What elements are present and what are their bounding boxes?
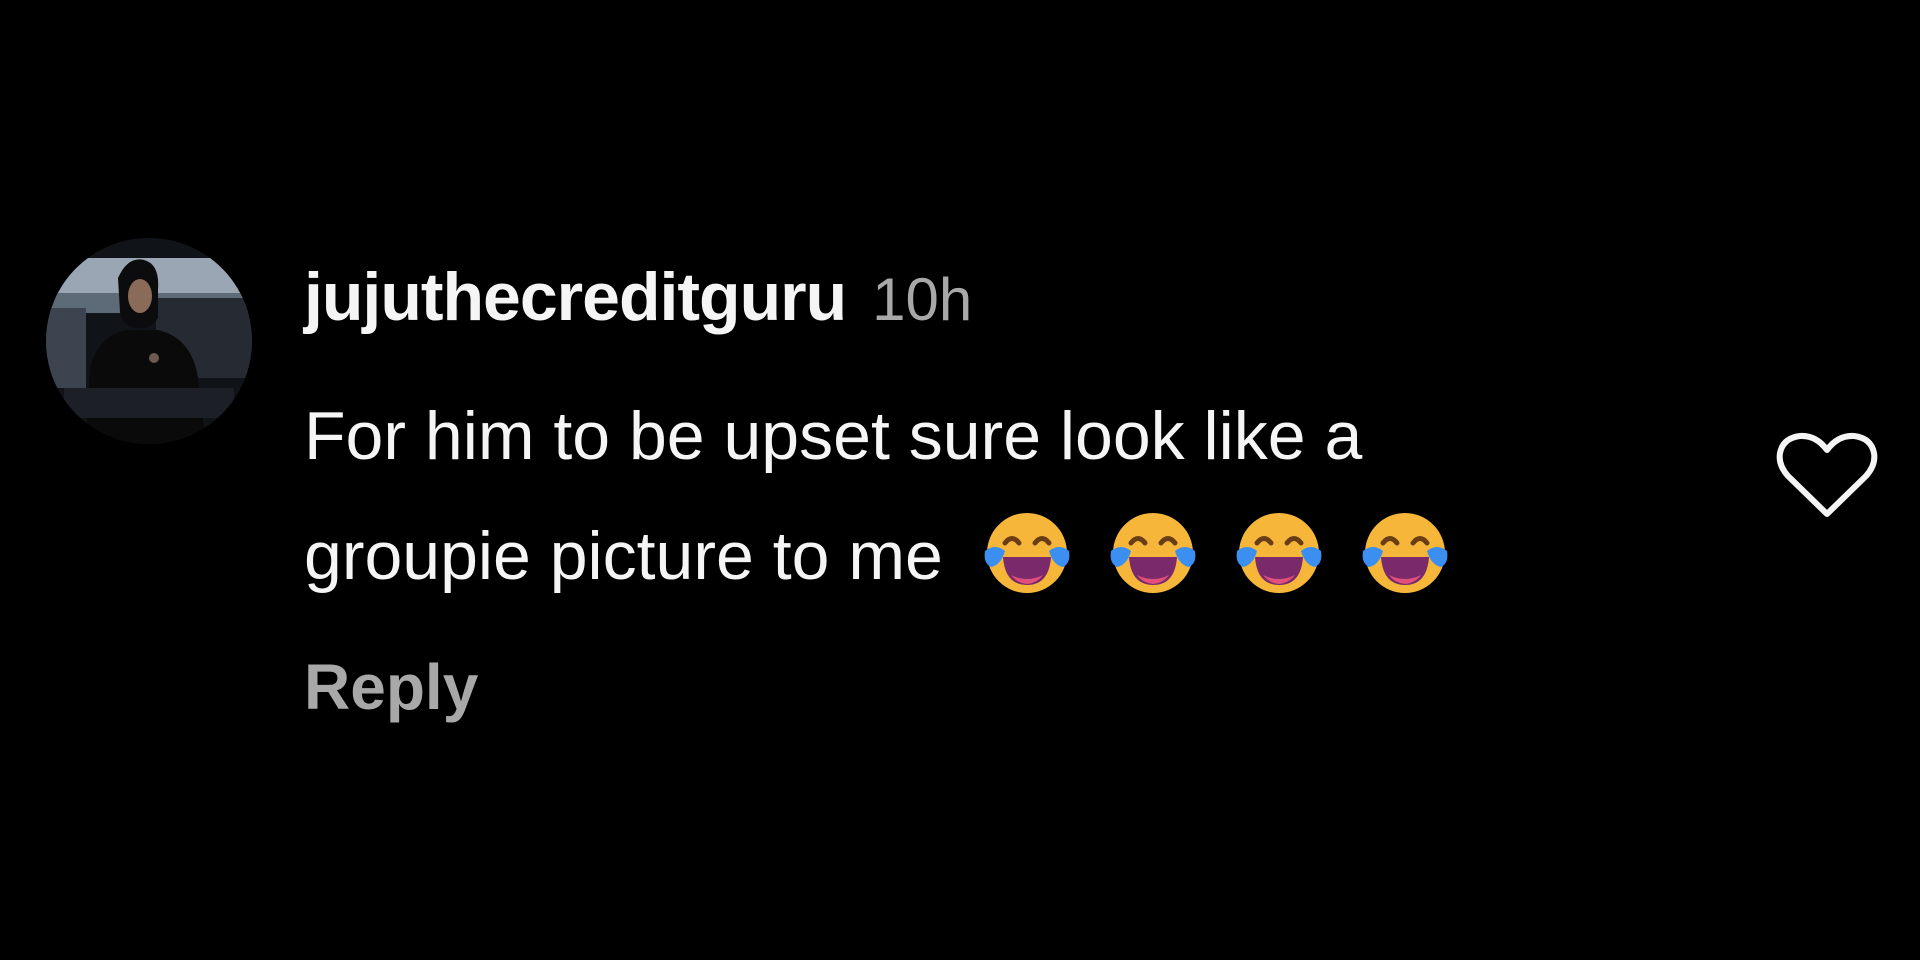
emoji-row	[981, 507, 1451, 599]
timestamp: 10h	[872, 266, 973, 333]
heart-outline-icon	[1776, 432, 1878, 517]
reply-button[interactable]: Reply	[304, 650, 478, 724]
avatar[interactable]	[46, 238, 252, 444]
comment-text-line-2-text: groupie picture to me	[304, 518, 943, 594]
face-with-tears-of-joy-icon	[1107, 507, 1199, 599]
username[interactable]: jujuthecreditguru	[304, 258, 847, 336]
profile-photo-image	[46, 238, 252, 444]
face-with-tears-of-joy-icon	[1359, 507, 1451, 599]
comment-header: jujuthecreditguru 10h	[304, 258, 972, 348]
face-with-tears-of-joy-icon	[1233, 507, 1325, 599]
face-with-tears-of-joy-icon	[981, 507, 1073, 599]
comment-text: For him to be upset sure look like a gro…	[304, 376, 1754, 616]
comment: jujuthecreditguru 10h For him to be upse…	[0, 0, 1920, 960]
comment-text-line-1: For him to be upset sure look like a	[304, 398, 1363, 474]
like-button[interactable]	[1776, 430, 1878, 522]
comment-text-line-2: groupie picture to me	[304, 496, 1754, 616]
